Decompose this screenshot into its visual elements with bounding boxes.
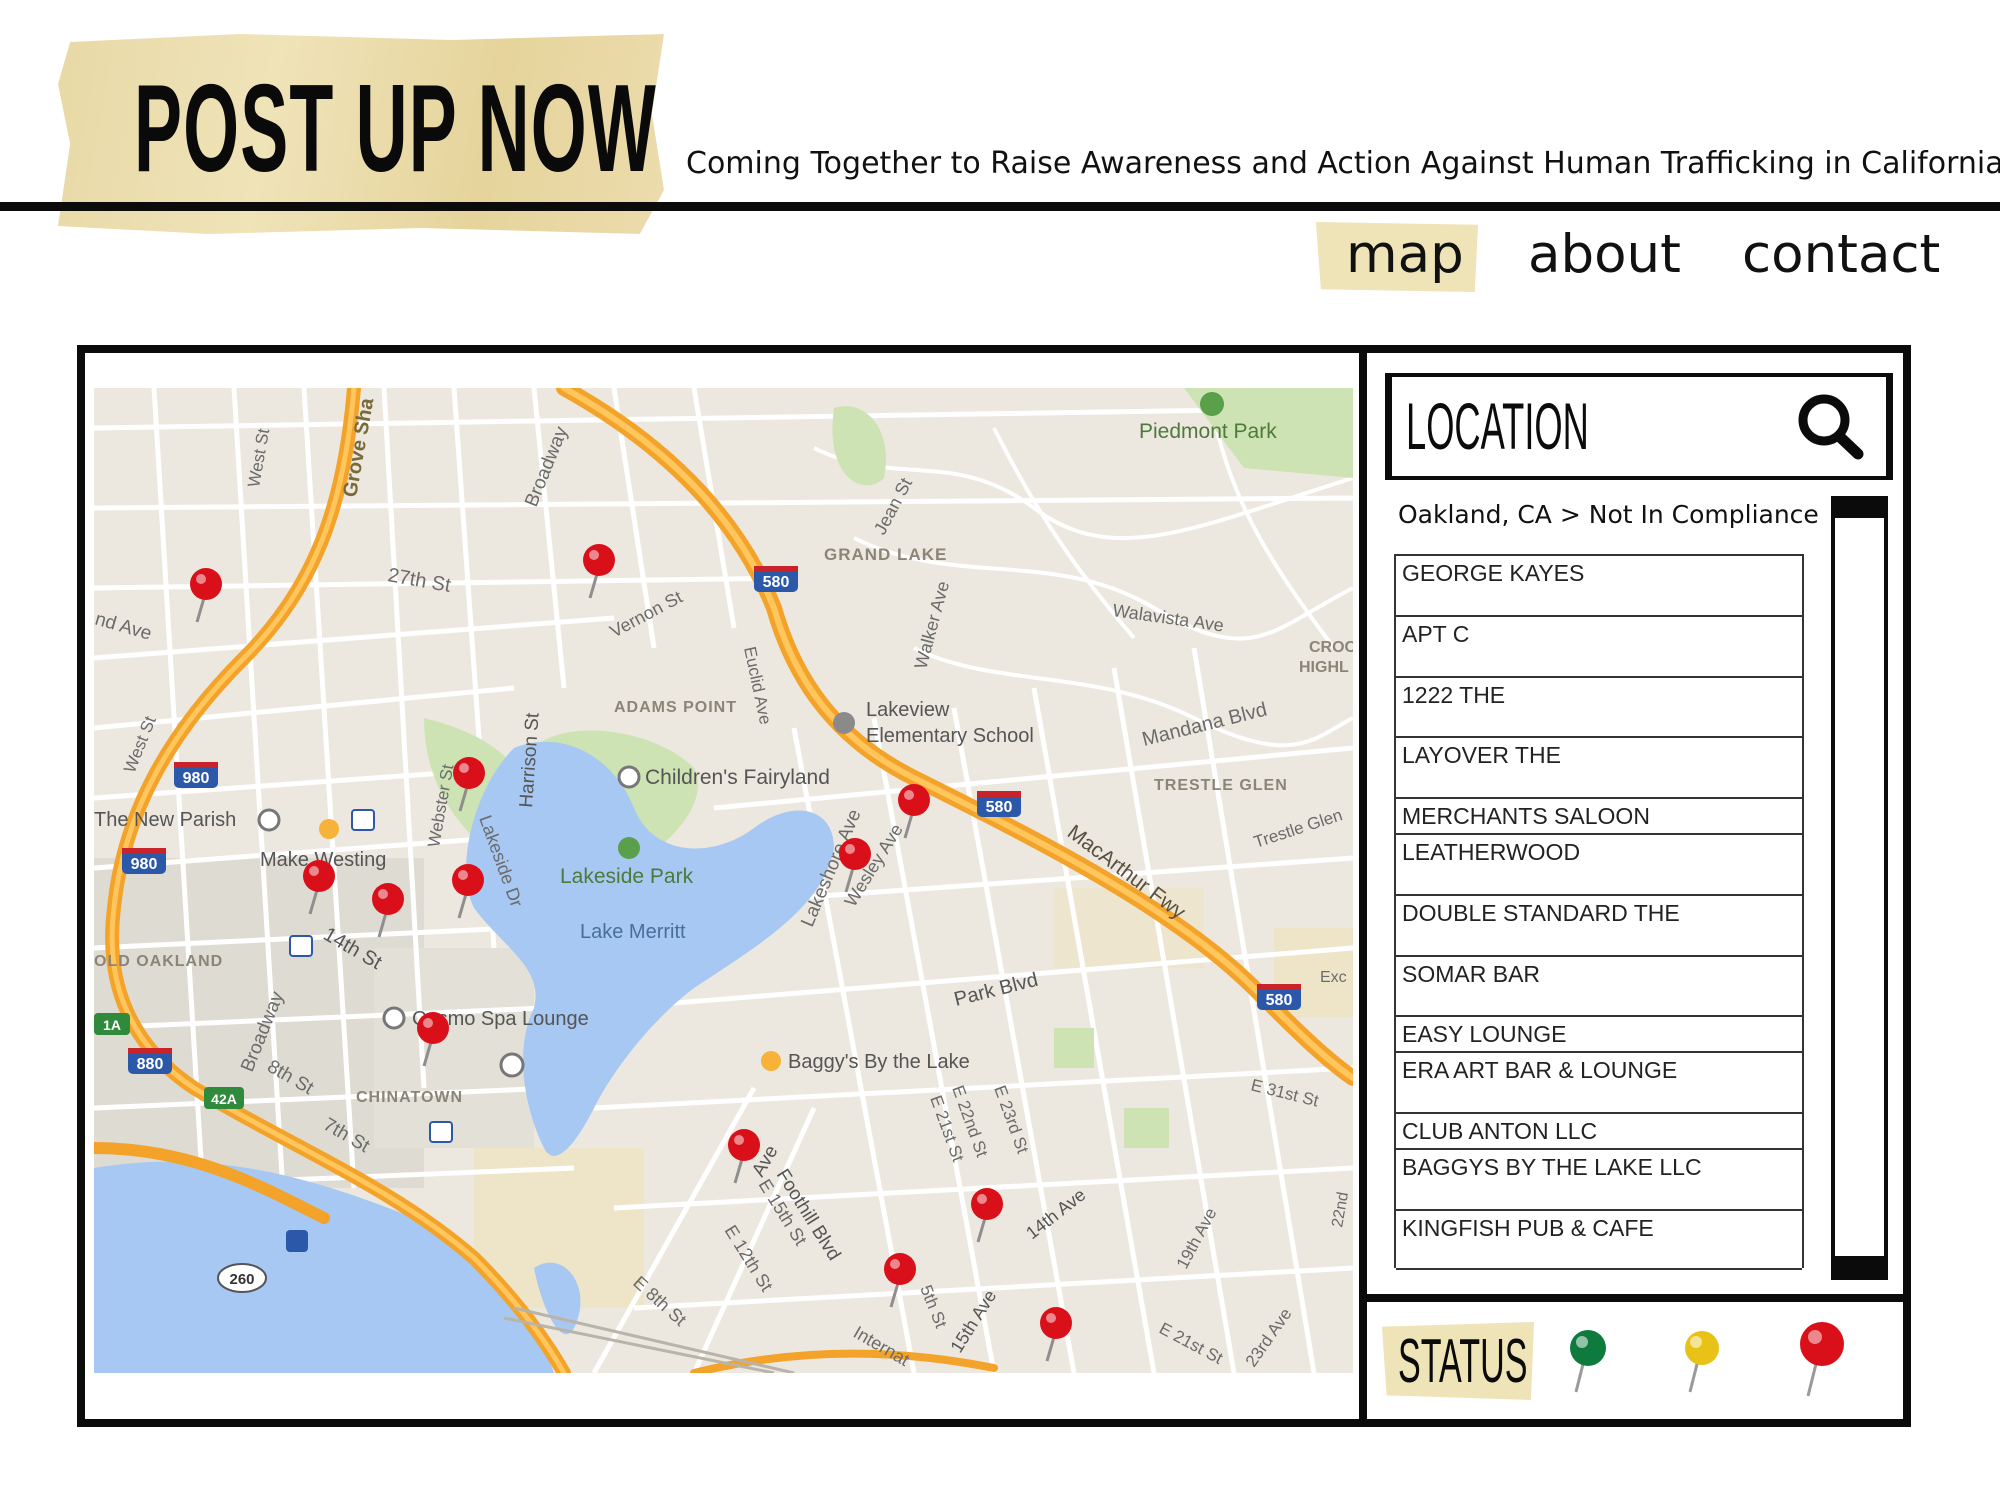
status-divider [1367,1294,1903,1302]
ferry-icon [286,1230,308,1252]
venue-list: GEORGE KAYES APT C 1222 THE LAYOVER THE … [1394,554,1804,1270]
list-item[interactable]: EASY LOUNGE [1396,1017,1802,1053]
exit-1a-sign: 1A [103,1017,121,1033]
map-label: Baggy's By the Lake [788,1051,970,1073]
list-item[interactable]: GEORGE KAYES [1396,556,1802,617]
list-item[interactable]: SOMAR BAR [1396,957,1802,1017]
map-label: Exc [1320,969,1347,986]
red-pin-icon[interactable] [1794,1318,1854,1398]
transit-icon [351,809,375,831]
status-label: STATUS [1398,1327,1528,1396]
route-260-shield: 260 [229,1271,254,1288]
list-item[interactable]: 1222 THE [1396,678,1802,738]
list-item[interactable]: LAYOVER THE [1396,738,1802,799]
poi-icon [499,1052,525,1078]
map-label: Lakeview [866,699,950,721]
transit-icon [429,1121,453,1143]
i980-shield: 980 [131,856,158,873]
exit-42a-sign: 42A [211,1091,237,1107]
map-label: CROC [1309,639,1353,656]
list-item[interactable]: DOUBLE STANDARD THE [1396,896,1802,957]
list-item[interactable]: KINGFISH PUB & CAFE [1396,1211,1802,1270]
venue-list-scrollbar[interactable] [1831,496,1888,1280]
map-label: OLD OAKLAND [94,953,223,970]
park-icon [1200,392,1224,416]
map-label: Piedmont Park [1139,420,1277,443]
nav-contact-link[interactable]: contact [1742,222,1940,292]
location-search-label[interactable]: LOCATION [1406,388,1589,464]
i580-shield: 580 [986,799,1013,816]
map-label: GRAND LAKE [824,545,947,564]
i980-shield: 980 [183,770,210,787]
map-view[interactable]: 580 580 580 980 980 880 42A 1A 260 Piedm… [94,388,1353,1373]
scrollbar-bottom-cap[interactable] [1835,1256,1884,1276]
list-item[interactable]: CLUB ANTON LLC [1396,1114,1802,1150]
map-label: TRESTLE GLEN [1154,777,1288,794]
panel-divider [1359,345,1367,1427]
site-tagline: Coming Together to Raise Awareness and A… [686,146,2000,181]
nav-about-link[interactable]: about [1528,222,1681,292]
i880-shield: 880 [137,1056,164,1073]
scrollbar-top-cap[interactable] [1835,500,1884,518]
i580-shield: 580 [1266,992,1293,1009]
green-pin-icon[interactable] [1562,1318,1622,1398]
school-icon [833,712,855,734]
search-icon[interactable] [1794,390,1868,464]
yellow-pin-icon[interactable] [1676,1318,1736,1398]
list-item[interactable]: APT C [1396,617,1802,678]
header-divider [0,202,2000,211]
location-breadcrumb[interactable]: Oakland, CA > Not In Compliance [1398,500,1819,529]
map-label: Lakeside Park [560,865,694,888]
list-item[interactable]: ERA ART BAR & LOUNGE [1396,1053,1802,1114]
list-item[interactable]: MERCHANTS SALOON [1396,799,1802,835]
map-label: CHINATOWN [356,1089,463,1106]
site-logo[interactable]: POST UP NOW [134,54,657,204]
map-label: Lake Merritt [580,921,686,943]
park-icon [618,837,640,859]
map-label: HIGHL [1299,659,1349,676]
poi-icon [617,765,641,789]
list-item[interactable]: LEATHERWOOD [1396,835,1802,896]
poi-icon [257,808,281,832]
map-label: The New Parish [94,809,236,831]
nav-map-tab[interactable]: map [1316,222,1478,292]
bar-icon [761,1051,781,1071]
map-label: ADAMS POINT [614,699,737,716]
map-label: Elementary School [866,725,1034,747]
poi-icon [382,1006,406,1030]
transit-icon [289,935,313,957]
i580-shield: 580 [763,574,790,591]
map-label: Children's Fairyland [645,766,830,789]
bar-icon [319,819,339,839]
list-item[interactable]: BAGGYS BY THE LAKE LLC [1396,1150,1802,1211]
